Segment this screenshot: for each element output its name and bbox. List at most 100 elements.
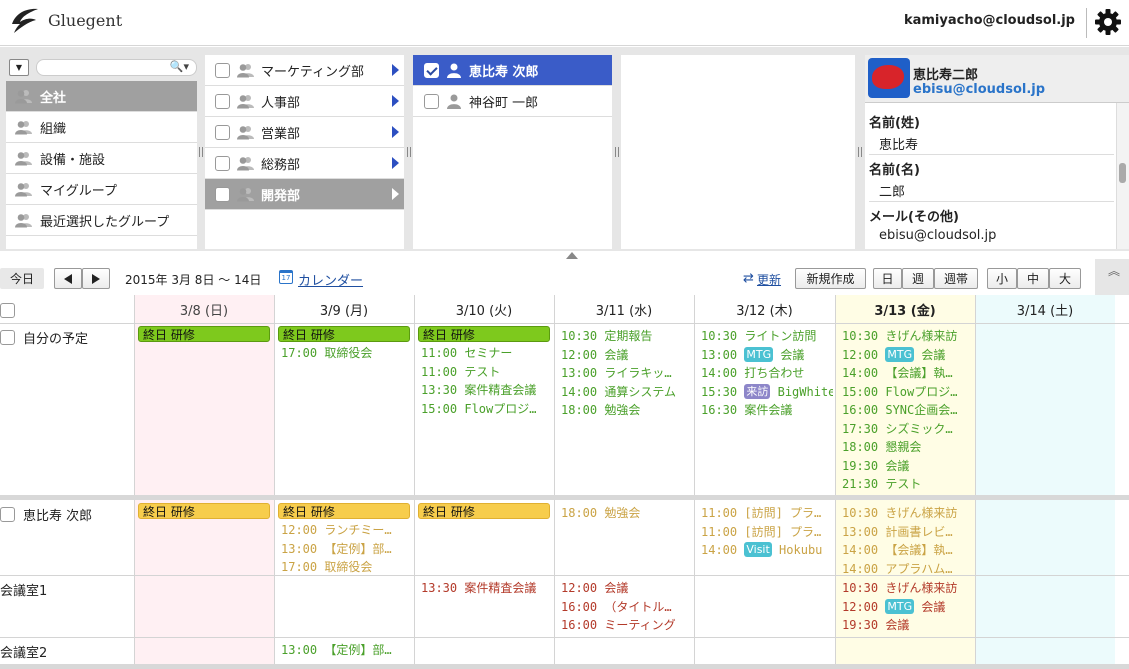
calendar-event[interactable]: 14:00 打ち合わせ: [701, 364, 833, 382]
user-detail-email[interactable]: ebisu@cloudsol.jp: [913, 82, 1045, 97]
pane-splitter[interactable]: [858, 147, 862, 157]
view-week-band-button[interactable]: 週帯: [934, 268, 978, 289]
all-day-event[interactable]: 終日 研修: [418, 503, 550, 519]
calendar-event[interactable]: 12:00 ランチミー…: [281, 521, 412, 539]
app-logo[interactable]: Gluegent: [8, 6, 122, 34]
calendar-row-label[interactable]: 自分の予定: [0, 328, 88, 347]
calendar-event[interactable]: 13:00 【定例】部…: [281, 641, 412, 659]
department-item[interactable]: 営業部: [205, 117, 404, 148]
refresh-link[interactable]: 更新: [757, 271, 781, 288]
expand-arrow-icon[interactable]: [392, 64, 399, 76]
all-day-event[interactable]: 終日 研修: [278, 326, 410, 342]
view-day-button[interactable]: 日: [873, 268, 902, 289]
day-header[interactable]: 3/12 (木): [694, 295, 835, 323]
day-header[interactable]: 3/14 (土): [975, 295, 1115, 323]
calendar-row-label[interactable]: 会議室2: [0, 642, 47, 661]
calendar-event[interactable]: 13:00 MTG 会議: [701, 346, 833, 364]
department-item[interactable]: 人事部: [205, 86, 404, 117]
group-filter-dropdown[interactable]: ▼: [9, 59, 29, 76]
day-header[interactable]: 3/13 (金): [835, 295, 975, 323]
search-icon[interactable]: 🔍▾: [170, 60, 189, 73]
calendar-event[interactable]: 16:00 （タイトル…: [561, 598, 692, 616]
pane-splitter[interactable]: [407, 147, 411, 157]
calendar-event[interactable]: 17:30 シズミック…: [842, 420, 973, 438]
calendar-event[interactable]: 14:00 通算システム: [561, 383, 692, 401]
calendar-event[interactable]: 11:00 [訪問] プラ…: [701, 504, 833, 522]
prev-week-button[interactable]: [54, 268, 82, 289]
double-chevron-up-icon[interactable]: ︽: [1108, 265, 1120, 277]
collapse-panes-icon[interactable]: [566, 252, 578, 259]
all-day-event[interactable]: 終日 研修: [278, 503, 410, 519]
row-checkbox[interactable]: [0, 330, 15, 345]
refresh-icon[interactable]: ⇄: [743, 271, 754, 286]
department-checkbox[interactable]: [215, 186, 230, 202]
calendar-event[interactable]: 10:30 きげん様来訪: [842, 504, 973, 522]
calendar-event[interactable]: 12:00 会議: [561, 579, 692, 597]
calendar-event[interactable]: 11:00 テスト: [421, 363, 552, 381]
department-item[interactable]: マーケティング部: [205, 55, 404, 86]
user-email[interactable]: kamiyacho@cloudsol.jp: [904, 13, 1075, 28]
calendar-event[interactable]: 19:30 会議: [842, 457, 973, 475]
pane-splitter[interactable]: [199, 147, 203, 157]
calendar-event[interactable]: 12:00 MTG 会議: [842, 346, 973, 364]
scrollbar-thumb[interactable]: [1119, 163, 1126, 183]
detail-scrollbar[interactable]: [1116, 103, 1129, 249]
pane-splitter[interactable]: [615, 147, 619, 157]
calendar-event[interactable]: 13:00 【定例】部…: [281, 540, 412, 558]
calendar-event[interactable]: 21:30 テスト: [842, 475, 973, 493]
calendar-event[interactable]: 16:00 ミーティング: [561, 616, 692, 634]
day-header[interactable]: 3/9 (月): [274, 295, 414, 323]
all-day-event[interactable]: 終日 研修: [138, 503, 270, 519]
department-checkbox[interactable]: [215, 93, 230, 109]
new-event-button[interactable]: 新規作成: [795, 268, 866, 289]
calendar-event[interactable]: 12:00 会議: [561, 346, 692, 364]
calendar-event[interactable]: 15:30 来訪 BigWhite: [701, 383, 833, 401]
expand-arrow-icon[interactable]: [392, 126, 399, 138]
department-item[interactable]: 開発部: [205, 179, 404, 210]
calendar-event[interactable]: 18:00 懇親会: [842, 438, 973, 456]
member-checkbox[interactable]: [424, 62, 439, 78]
row-checkbox[interactable]: [0, 507, 15, 522]
expand-arrow-icon[interactable]: [392, 157, 399, 169]
group-category-item[interactable]: マイグループ: [6, 174, 197, 205]
calendar-row-label[interactable]: 恵比寿 次郎: [0, 505, 92, 524]
next-week-button[interactable]: [82, 268, 110, 289]
calendar-event[interactable]: 17:00 取締役会: [281, 558, 412, 576]
calendar-event[interactable]: 13:30 案件精査会議: [421, 381, 552, 399]
calendar-event[interactable]: 10:30 きげん様来訪: [842, 579, 973, 597]
calendar-event[interactable]: 14:00 【会議】執…: [842, 364, 973, 382]
member-checkbox[interactable]: [424, 93, 439, 109]
department-checkbox[interactable]: [215, 62, 230, 78]
member-item[interactable]: 神谷町 一郎: [413, 86, 612, 117]
calendar-event[interactable]: 17:00 取締役会: [281, 344, 412, 362]
calendar-event[interactable]: 11:00 [訪問] プラ…: [701, 523, 833, 541]
day-header[interactable]: 3/8 (日): [134, 295, 274, 323]
calendar-event[interactable]: 15:00 Flowプロジ…: [842, 383, 973, 401]
today-button[interactable]: 今日: [0, 268, 44, 289]
expand-arrow-icon[interactable]: [392, 95, 399, 107]
calendar-event[interactable]: 18:00 勉強会: [561, 504, 692, 522]
calendar-link[interactable]: カレンダー: [298, 270, 363, 289]
calendar-event[interactable]: 14:00 【会議】執…: [842, 541, 973, 559]
size-medium-button[interactable]: 中: [1017, 268, 1049, 289]
day-header[interactable]: 3/11 (水): [554, 295, 694, 323]
group-category-item[interactable]: 最近選択したグループ: [6, 205, 197, 236]
calendar-event[interactable]: 19:30 会議: [842, 616, 973, 634]
department-item[interactable]: 総務部: [205, 148, 404, 179]
calendar-event[interactable]: 14:00 Visit Hokubu: [701, 541, 833, 559]
calendar-row-label[interactable]: 会議室1: [0, 580, 47, 599]
calendar-event[interactable]: 15:00 Flowプロジ…: [421, 400, 552, 418]
calendar-event[interactable]: 13:30 案件精査会議: [421, 579, 552, 597]
calendar-event[interactable]: 11:00 セミナー: [421, 344, 552, 362]
calendar-event[interactable]: 13:00 ライラキッ…: [561, 364, 692, 382]
day-header[interactable]: 3/10 (火): [414, 295, 554, 323]
calendar-event[interactable]: 10:30 ライトン訪問: [701, 327, 833, 345]
size-small-button[interactable]: 小: [987, 268, 1017, 289]
select-all-checkbox[interactable]: [0, 303, 15, 318]
calendar-event[interactable]: 10:30 定期報告: [561, 327, 692, 345]
all-day-event[interactable]: 終日 研修: [138, 326, 270, 342]
group-category-item[interactable]: 設備・施設: [6, 143, 197, 174]
group-category-item[interactable]: 組織: [6, 112, 197, 143]
calendar-event[interactable]: 16:30 案件会議: [701, 401, 833, 419]
member-item[interactable]: 恵比寿 次郎: [413, 55, 612, 86]
